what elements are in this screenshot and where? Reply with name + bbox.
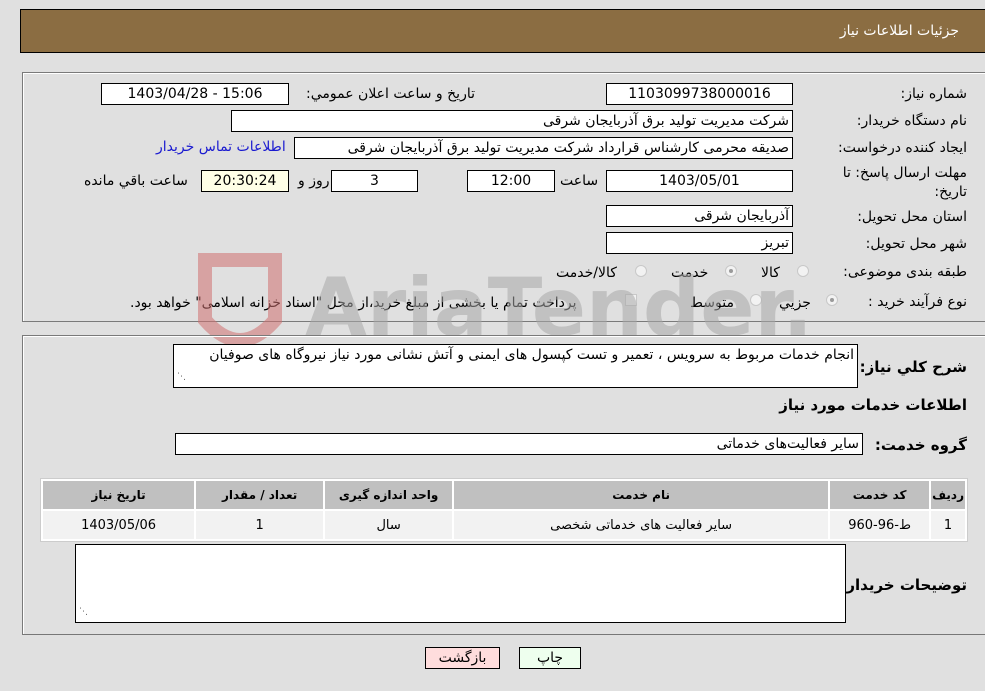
summary-textarea[interactable]: انجام خدمات مربوط به سرویس ، تعمیر و تست… bbox=[173, 344, 858, 388]
services-heading: اطلاعات خدمات مورد نیاز bbox=[779, 396, 967, 414]
col-header-row-number: ردیف bbox=[931, 481, 965, 509]
col-header-service-name: نام خدمت bbox=[454, 481, 829, 509]
table-row: 1 ط-96-960 سایر فعالیت های خدماتی شخصی س… bbox=[43, 511, 965, 539]
announce-datetime-field[interactable]: 1403/04/28 - 15:06 bbox=[101, 83, 289, 105]
province-label: استان محل تحویل: bbox=[857, 209, 967, 225]
buyer-notes-label: توضیحات خریدار: bbox=[840, 576, 967, 594]
cell-row-number: 1 bbox=[931, 511, 965, 539]
resize-grip-icon[interactable]: ⋰ bbox=[79, 603, 88, 621]
city-field[interactable]: تبریز bbox=[606, 232, 793, 254]
need-number-field[interactable]: 1103099738000016 bbox=[606, 83, 793, 105]
category-radio-goods[interactable] bbox=[797, 265, 809, 277]
cell-service-code: ط-96-960 bbox=[830, 511, 930, 539]
deadline-time-field[interactable]: 12:00 bbox=[467, 170, 555, 192]
summary-label: شرح کلي نیاز: bbox=[859, 358, 967, 376]
purchase-type-option-minor: جزيي bbox=[779, 295, 811, 311]
col-header-service-code: کد خدمت bbox=[830, 481, 930, 509]
page-title: جزئیات اطلاعات نیاز bbox=[839, 23, 959, 39]
print-button[interactable]: چاپ bbox=[519, 647, 581, 669]
category-label: طبقه بندی موضوعی: bbox=[843, 264, 967, 280]
cell-quantity: 1 bbox=[196, 511, 324, 539]
cell-need-date: 1403/05/06 bbox=[43, 511, 195, 539]
summary-text: انجام خدمات مربوط به سرویس ، تعمیر و تست… bbox=[209, 347, 854, 363]
requester-label: ایجاد کننده درخواست: bbox=[838, 140, 967, 156]
category-radio-service[interactable] bbox=[725, 265, 737, 277]
cell-unit: سال bbox=[325, 511, 453, 539]
need-number-label: شماره نیاز: bbox=[900, 86, 968, 102]
category-option-goods-service: کالا/خدمت bbox=[556, 265, 617, 281]
days-label: روز و bbox=[298, 173, 330, 189]
treasury-checkbox-label: پرداخت تمام یا بخشی از مبلغ خرید،از محل … bbox=[130, 295, 577, 311]
buyer-contact-link[interactable]: اطلاعات تماس خریدار bbox=[156, 139, 286, 155]
deadline-time-label: ساعت bbox=[560, 173, 599, 189]
col-header-unit: واحد اندازه گیری bbox=[325, 481, 453, 509]
time-remaining-field: 20:30:24 bbox=[201, 170, 289, 192]
province-field[interactable]: آذربایجان شرقی bbox=[606, 205, 793, 227]
time-remaining-label: ساعت باقي مانده bbox=[84, 173, 188, 189]
buyer-notes-textarea[interactable]: ⋰ bbox=[75, 544, 846, 623]
category-radio-goods-service[interactable] bbox=[635, 265, 647, 277]
category-option-goods: کالا bbox=[761, 265, 780, 281]
page-header: جزئیات اطلاعات نیاز bbox=[20, 9, 985, 53]
purchase-type-radio-medium[interactable] bbox=[750, 294, 762, 306]
category-option-service: خدمت bbox=[671, 265, 709, 281]
deadline-label: مهلت ارسال پاسخ: تا تاریخ: bbox=[842, 165, 967, 200]
col-header-quantity: تعداد / مقدار bbox=[196, 481, 324, 509]
service-group-field[interactable]: سایر فعالیت‌های خدماتی bbox=[175, 433, 863, 455]
purchase-type-radio-minor[interactable] bbox=[826, 294, 838, 306]
buyer-org-field[interactable]: شرکت مدیریت تولید برق آذربایجان شرقی bbox=[231, 110, 793, 132]
services-table: ردیف کد خدمت نام خدمت واحد اندازه گیری ت… bbox=[40, 478, 968, 542]
deadline-date-field[interactable]: 1403/05/01 bbox=[606, 170, 793, 192]
buyer-org-label: نام دستگاه خریدار: bbox=[856, 113, 967, 129]
back-button[interactable]: بازگشت bbox=[425, 647, 500, 669]
col-header-need-date: تاریخ نیاز bbox=[43, 481, 195, 509]
days-remaining-field[interactable]: 3 bbox=[331, 170, 418, 192]
cell-service-name: سایر فعالیت های خدماتی شخصی bbox=[454, 511, 829, 539]
announce-datetime-label: تاریخ و ساعت اعلان عمومي: bbox=[306, 86, 475, 102]
table-header-row: ردیف کد خدمت نام خدمت واحد اندازه گیری ت… bbox=[43, 481, 965, 509]
purchase-type-option-medium: متوسط bbox=[690, 295, 734, 311]
city-label: شهر محل تحویل: bbox=[865, 236, 967, 252]
resize-grip-icon[interactable]: ⋰ bbox=[177, 368, 186, 386]
treasury-checkbox[interactable] bbox=[625, 294, 637, 306]
purchase-type-label: نوع فرآیند خرید : bbox=[868, 294, 967, 310]
requester-field[interactable]: صدیقه محرمی کارشناس قرارداد شرکت مدیریت … bbox=[294, 137, 793, 159]
service-group-label: گروه خدمت: bbox=[874, 436, 967, 454]
